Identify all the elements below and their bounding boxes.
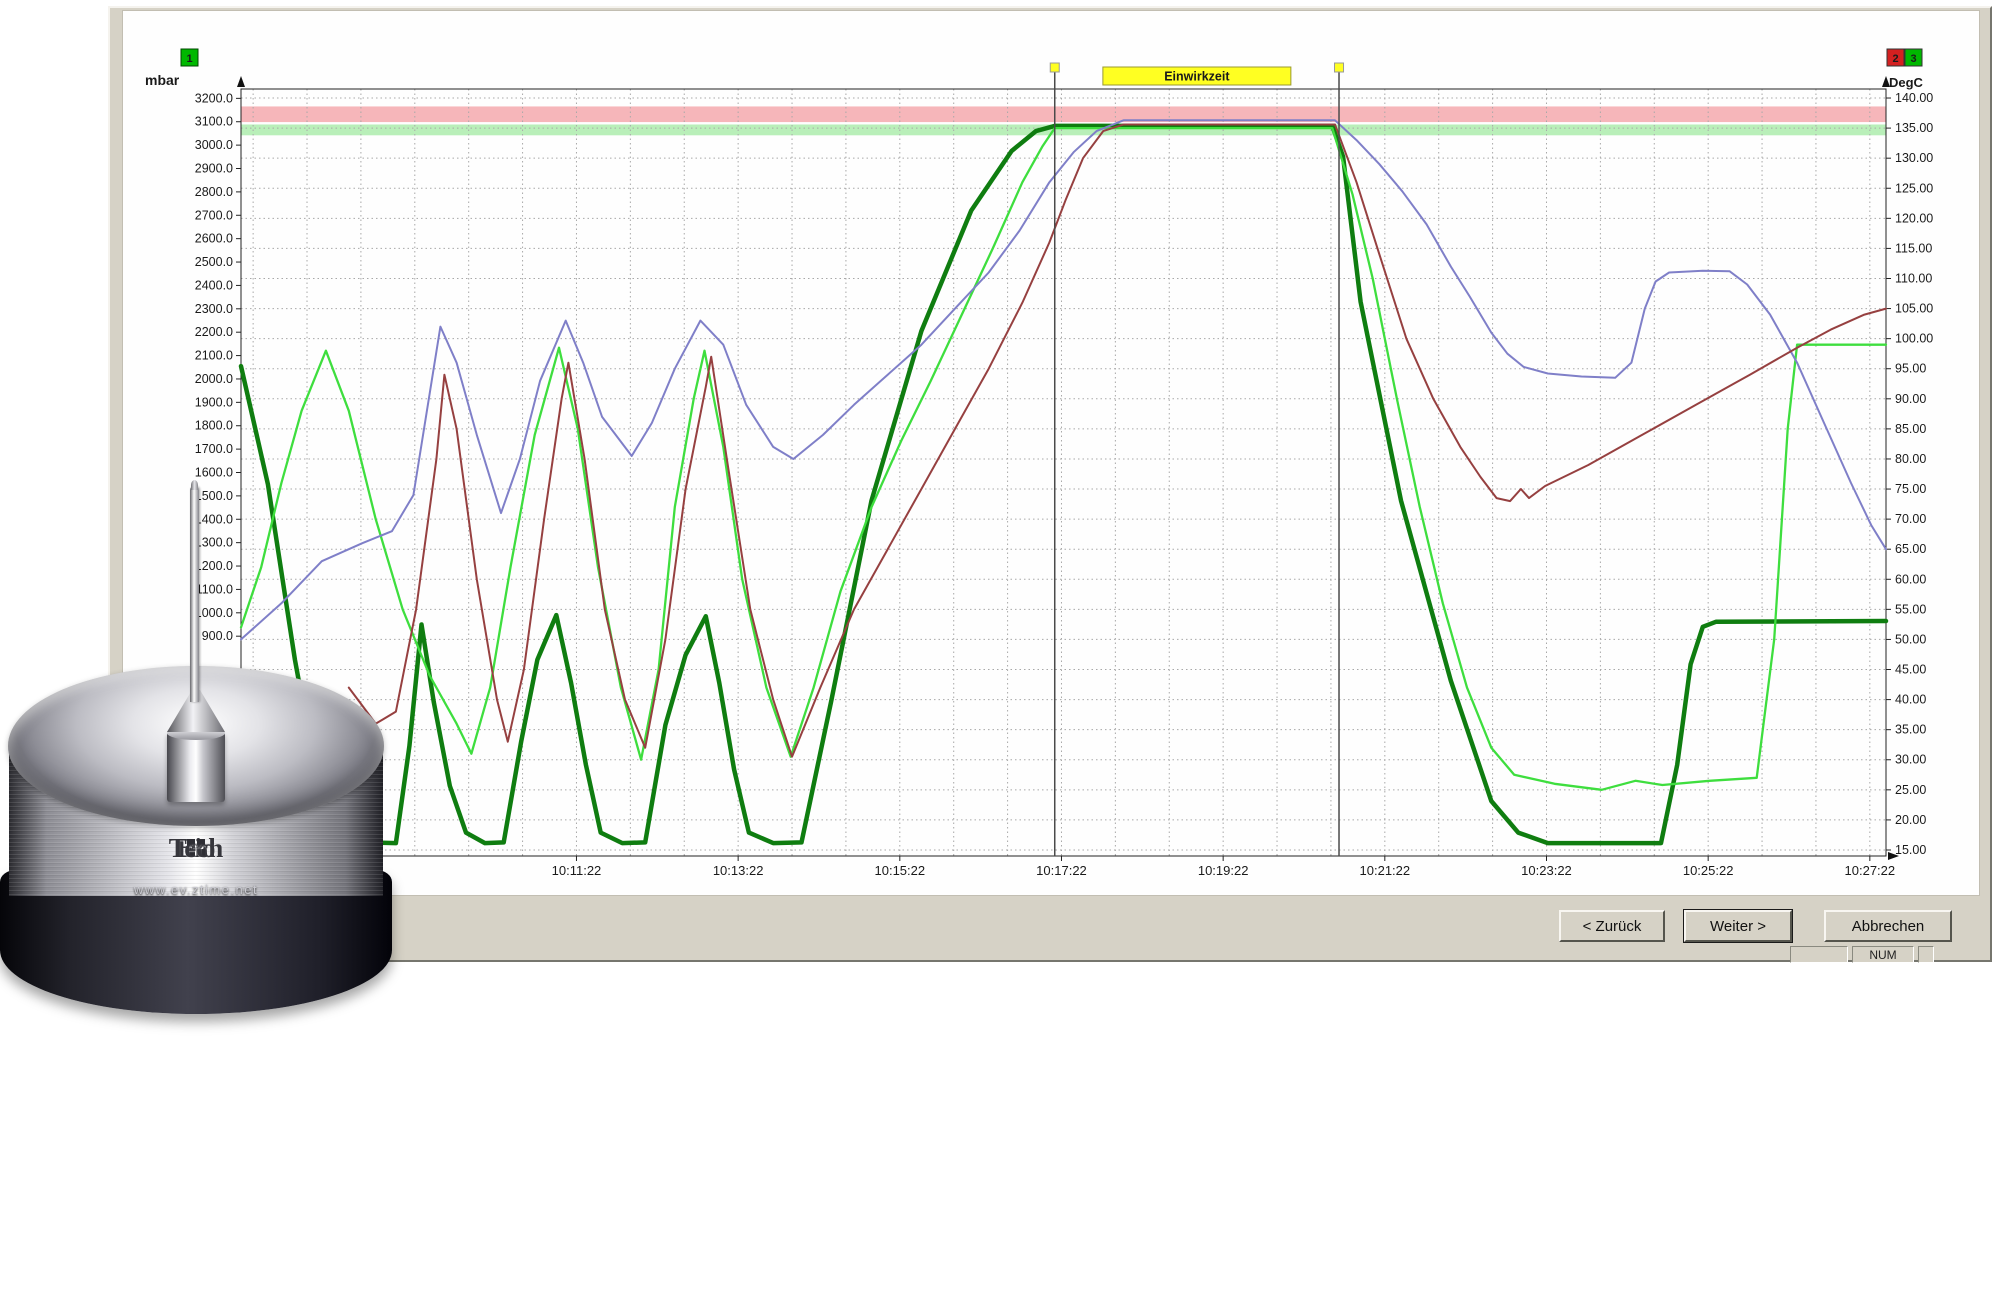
left-axis-title: mbar (145, 72, 180, 88)
process-chart: 3200.0 3100.0 3000.0 2900.0 2800.0 2700.0 2600… (123, 11, 1979, 893)
x-axis-tick-label: 10:15:22 (875, 863, 926, 878)
x-axis-tick-label: 10:11:22 (552, 863, 602, 878)
right-axis-tick-label: 120.00 (1895, 211, 1933, 225)
left-axis-tick-label: 1800.0 (195, 419, 233, 433)
right-axis-tick-label: 135.00 (1895, 121, 1933, 135)
left-axis-tick-label: 2200.0 (195, 325, 233, 339)
right-axis-tick-label: 45.00 (1895, 663, 1926, 677)
x-axis-tick-label: 10:13:22 (713, 863, 764, 878)
right-axis-tick-label: 40.00 (1895, 693, 1926, 707)
right-axis-title: DegC (1889, 75, 1924, 90)
left-axis-tick-label: 1900.0 (195, 395, 233, 409)
right-axis-tick-label: 30.00 (1895, 753, 1926, 767)
right-axis-tick-label: 75.00 (1895, 482, 1926, 496)
statusbar-cell-corner (1918, 946, 1934, 963)
series-marker-2-label: 2 (1892, 53, 1898, 65)
left-axis-tick-label: 2400.0 (195, 278, 233, 292)
right-axis-tick-label: 130.00 (1895, 151, 1933, 165)
left-axis-tick-label: 2600.0 (195, 232, 233, 246)
left-axis-tick-label: 2700.0 (195, 208, 233, 222)
cancel-button[interactable]: Abbrechen (1824, 910, 1952, 942)
probe-rod (190, 486, 199, 702)
right-axis-tick-label: 15.00 (1895, 843, 1926, 857)
back-button[interactable]: < Zurück (1559, 910, 1665, 942)
right-axis-tick-label: 70.00 (1895, 512, 1926, 526)
right-axis-tick-label: 80.00 (1895, 452, 1926, 466)
tolerance-band-1 (241, 106, 1886, 122)
x-axis-tick-label: 10:19:22 (1198, 863, 1249, 878)
x-axis-tick-label: 10:27:22 (1845, 863, 1896, 878)
right-axis-tick-label: 95.00 (1895, 362, 1926, 376)
left-axis-tick-label: 2800.0 (195, 185, 233, 199)
right-axis-tick-label: 90.00 (1895, 392, 1926, 406)
left-axis-arrow-icon (237, 76, 245, 87)
chart-panel: 3200.0 3100.0 3000.0 2900.0 2800.0 2700.0 2600… (122, 10, 1980, 896)
probe-hub (167, 732, 225, 802)
right-axis-tick-label: 55.00 (1895, 602, 1926, 616)
left-axis-tick-label: 2900.0 (195, 162, 233, 176)
right-axis-tick-label: 110.00 (1895, 271, 1932, 285)
right-axis-tick-label: 100.00 (1895, 332, 1933, 346)
right-axis-tick-label: 140.00 (1895, 91, 1933, 105)
einwirkzeit-handle-end[interactable] (1335, 63, 1344, 72)
pressure-line (241, 126, 1886, 843)
left-axis-tick-label: 3200.0 (195, 91, 233, 105)
left-axis-tick-label: 2000.0 (195, 372, 233, 386)
device-url-text: www.ev.ztime.net (9, 882, 383, 897)
probe-tip (191, 480, 198, 490)
right-axis-tick-label: 115.00 (1895, 241, 1932, 255)
right-axis-tick-label: 50.00 (1895, 632, 1926, 646)
right-axis-tick-label: 85.00 (1895, 422, 1926, 436)
right-axis-tick-label: 105.00 (1895, 302, 1933, 316)
left-axis-tick-label: 3100.0 (195, 115, 233, 129)
right-axis-tick-label: 125.00 (1895, 181, 1933, 195)
brand-logo: Bio Tech ™ (9, 830, 383, 866)
right-axis-tick-label: 35.00 (1895, 723, 1926, 737)
right-axis-tick-label: 60.00 (1895, 572, 1926, 586)
left-axis-tick-label: 2500.0 (195, 255, 233, 269)
left-axis-tick-label: 2100.0 (195, 349, 233, 363)
left-axis-tick-label: 1700.0 (195, 442, 233, 456)
statusbar-cell-num: NUM (1852, 946, 1914, 963)
left-axis-tick-label: 2300.0 (195, 302, 233, 316)
right-axis-tick-label: 65.00 (1895, 542, 1926, 556)
x-axis-tick-label: 10:21:22 (1360, 863, 1411, 878)
einwirkzeit-label: Einwirkzeit (1164, 70, 1230, 84)
chamber-temp-line (241, 128, 1886, 790)
statusbar-cell-empty (1790, 946, 1848, 963)
einwirkzeit-handle-start[interactable] (1050, 63, 1059, 72)
series-marker-3-label: 3 (1910, 53, 1916, 65)
datalogger-photo: Bio Tech ™ www.ev.ztime.net (0, 478, 394, 1018)
x-axis-tick-label: 10:23:22 (1521, 863, 1572, 878)
right-axis-tick-label: 20.00 (1895, 813, 1926, 827)
left-axis-tick-label: 3000.0 (195, 138, 233, 152)
trademark-symbol: ™ (192, 842, 203, 854)
theoretical-temp-line (241, 120, 1886, 639)
right-axis-tick-label: 25.00 (1895, 783, 1926, 797)
x-axis-tick-label: 10:25:22 (1683, 863, 1734, 878)
series-marker-1-label: 1 (186, 53, 192, 65)
next-button[interactable]: Weiter > (1684, 910, 1792, 942)
x-axis-tick-label: 10:17:22 (1036, 863, 1087, 878)
